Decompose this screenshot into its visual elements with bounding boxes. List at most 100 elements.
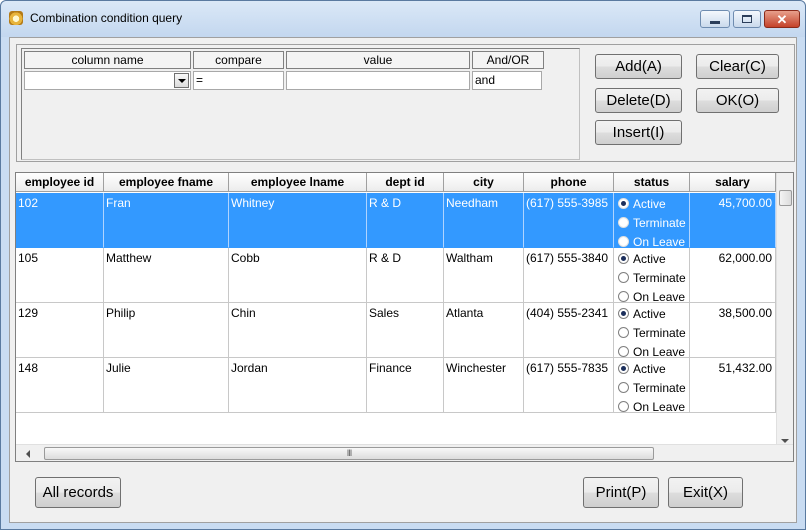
scroll-down-arrow-icon[interactable]: [781, 439, 789, 443]
status-option-active[interactable]: Active: [618, 249, 666, 268]
delete-button[interactable]: Delete(D): [595, 88, 682, 113]
cell-salary: 38,500.00: [690, 303, 776, 358]
cell-status: Active Terminate On Leave: [614, 193, 690, 248]
status-option-label: Active: [633, 251, 666, 266]
radio-icon: [618, 272, 629, 283]
cell-salary: 62,000.00: [690, 248, 776, 303]
column-header-employee-id[interactable]: employee id: [16, 173, 104, 192]
column-header-employee-fname[interactable]: employee fname: [104, 173, 229, 192]
column-header-city[interactable]: city: [444, 173, 524, 192]
status-option-active[interactable]: Active: [618, 304, 666, 323]
status-option-terminate[interactable]: Terminate: [618, 268, 686, 287]
cell-dept-id: R & D: [367, 248, 444, 303]
add-button[interactable]: Add(A): [595, 54, 682, 79]
window-title: Combination condition query: [30, 11, 183, 25]
column-name-dropdown-button[interactable]: [174, 73, 189, 88]
cell-city: Winchester: [444, 358, 524, 413]
table-row[interactable]: 129 Philip Chin Sales Atlanta (404) 555-…: [16, 303, 776, 358]
header-and-or: And/OR: [472, 51, 544, 69]
cell-dept-id: Sales: [367, 303, 444, 358]
radio-icon: [618, 217, 629, 228]
cell-employee-id: 105: [16, 248, 104, 303]
status-option-active[interactable]: Active: [618, 194, 666, 213]
and-or-field[interactable]: and: [472, 71, 542, 90]
app-icon: [9, 11, 23, 25]
status-option-on-leave[interactable]: On Leave: [618, 397, 686, 413]
radio-selected-icon: [618, 308, 629, 319]
client-area: column name compare value And/OR = and A…: [9, 37, 797, 523]
radio-icon: [618, 327, 629, 338]
column-header-phone[interactable]: phone: [524, 173, 614, 192]
ok-button[interactable]: OK(O): [696, 88, 779, 113]
horizontal-scroll-thumb[interactable]: III: [44, 447, 654, 460]
maximize-icon: [742, 15, 752, 23]
exit-button[interactable]: Exit(X): [668, 477, 743, 508]
cell-city: Needham: [444, 193, 524, 248]
vertical-scroll-thumb[interactable]: [779, 190, 792, 206]
scroll-left-arrow-icon[interactable]: [26, 450, 30, 458]
horizontal-scrollbar[interactable]: III: [16, 444, 793, 461]
cell-employee-fname: Fran: [104, 193, 229, 248]
status-option-label: Terminate: [633, 325, 686, 340]
radio-selected-icon: [618, 253, 629, 264]
status-option-on-leave[interactable]: On Leave: [618, 342, 686, 358]
radio-selected-icon: [618, 198, 629, 209]
column-header-employee-lname[interactable]: employee lname: [229, 173, 367, 192]
status-option-label: Terminate: [633, 380, 686, 395]
vertical-scrollbar[interactable]: [776, 173, 793, 445]
status-option-label: Active: [633, 306, 666, 321]
cell-employee-fname: Julie: [104, 358, 229, 413]
column-header-dept-id[interactable]: dept id: [367, 173, 444, 192]
all-records-button[interactable]: All records: [35, 477, 121, 508]
cell-salary: 51,432.00: [690, 358, 776, 413]
column-header-status[interactable]: status: [614, 173, 690, 192]
radio-icon: [618, 291, 629, 302]
title-bar[interactable]: Combination condition query ✕: [1, 1, 805, 37]
radio-icon: [618, 382, 629, 393]
status-option-terminate[interactable]: Terminate: [618, 378, 686, 397]
status-option-label: Terminate: [633, 215, 686, 230]
compare-field[interactable]: =: [193, 71, 284, 90]
status-option-terminate[interactable]: Terminate: [618, 323, 686, 342]
cell-employee-lname: Chin: [229, 303, 367, 358]
cell-dept-id: Finance: [367, 358, 444, 413]
radio-icon: [618, 236, 629, 247]
column-name-combo[interactable]: [24, 71, 191, 90]
status-option-terminate[interactable]: Terminate: [618, 213, 686, 232]
print-button[interactable]: Print(P): [583, 477, 659, 508]
cell-employee-fname: Matthew: [104, 248, 229, 303]
status-option-label: On Leave: [633, 344, 686, 358]
table-row[interactable]: 148 Julie Jordan Finance Winchester (617…: [16, 358, 776, 413]
results-grid[interactable]: employee id employee fname employee lnam…: [15, 172, 794, 462]
status-option-label: Active: [633, 361, 666, 376]
radio-selected-icon: [618, 363, 629, 374]
header-column-name: column name: [24, 51, 191, 69]
condition-panel: column name compare value And/OR = and A…: [16, 44, 795, 162]
radio-icon: [618, 346, 629, 357]
status-option-label: On Leave: [633, 234, 686, 248]
status-option-active[interactable]: Active: [618, 359, 666, 378]
table-row[interactable]: 102 Fran Whitney R & D Needham (617) 555…: [16, 193, 776, 248]
cell-city: Waltham: [444, 248, 524, 303]
cell-employee-id: 148: [16, 358, 104, 413]
minimize-button[interactable]: [700, 10, 730, 28]
value-field[interactable]: [286, 71, 470, 90]
cell-status: Active Terminate On Leave: [614, 303, 690, 358]
status-option-label: On Leave: [633, 399, 686, 413]
cell-dept-id: R & D: [367, 193, 444, 248]
cell-employee-fname: Philip: [104, 303, 229, 358]
cell-employee-lname: Whitney: [229, 193, 367, 248]
cell-employee-lname: Jordan: [229, 358, 367, 413]
cell-employee-lname: Cobb: [229, 248, 367, 303]
cell-phone: (617) 555-3985: [524, 193, 614, 248]
status-option-on-leave[interactable]: On Leave: [618, 287, 685, 302]
close-button[interactable]: ✕: [764, 10, 800, 28]
maximize-button[interactable]: [733, 10, 761, 28]
clear-button[interactable]: Clear(C): [696, 54, 779, 79]
status-option-on-leave[interactable]: On Leave: [618, 232, 686, 248]
column-header-salary[interactable]: salary: [690, 173, 776, 192]
cell-employee-id: 129: [16, 303, 104, 358]
table-row[interactable]: 105 Matthew Cobb R & D Waltham (617) 555…: [16, 248, 776, 303]
insert-button[interactable]: Insert(I): [595, 120, 682, 145]
radio-icon: [618, 401, 629, 412]
